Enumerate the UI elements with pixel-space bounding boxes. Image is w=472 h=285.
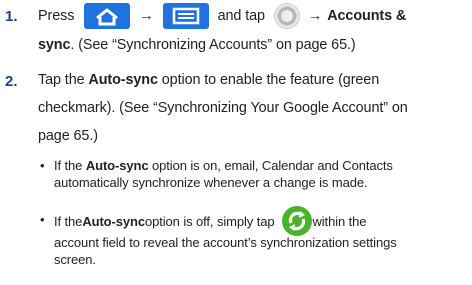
step-number: 1. bbox=[5, 8, 18, 25]
menu-icon bbox=[162, 3, 209, 29]
step-text: Tap the bbox=[38, 72, 89, 88]
bullet-text: If the bbox=[54, 158, 86, 173]
home-icon bbox=[84, 3, 131, 29]
bullet-1-line-1: If the Auto-sync option is on, email, Ca… bbox=[54, 158, 393, 173]
bullet-text: within the bbox=[312, 213, 367, 229]
arrow: → bbox=[307, 8, 323, 24]
bullet-2-line-1: If the Auto-sync option is off, simply t… bbox=[54, 206, 367, 236]
bullet-2-line-3: screen. bbox=[54, 252, 96, 267]
step-text: and tap bbox=[217, 8, 265, 24]
bullet-text: option is off, simply tap bbox=[144, 213, 275, 229]
bullet-text: option is on, email, Calendar and Contac… bbox=[148, 158, 393, 173]
step-number: 2. bbox=[5, 73, 18, 90]
step-2-line-1: Tap the Auto-sync option to enable the f… bbox=[38, 72, 379, 88]
menu-path: sync bbox=[38, 37, 71, 53]
settings-gear-icon bbox=[274, 4, 299, 28]
step-text: option to enable the feature (green bbox=[157, 72, 380, 88]
step-text: . (See “Synchronizing Accounts” on page … bbox=[70, 37, 356, 53]
instruction-page: 1. Press → and tap → Accounts & sync. (S… bbox=[0, 0, 472, 285]
bullet-dot: • bbox=[40, 212, 45, 227]
option-name: Auto-sync bbox=[88, 72, 158, 88]
arrow: → bbox=[139, 8, 154, 24]
bullet-text: If the bbox=[54, 213, 83, 229]
step-2-line-3: page 65.) bbox=[38, 128, 98, 144]
bullet-1-line-2: automatically synchronize whenever a cha… bbox=[54, 175, 368, 190]
bullet-dot: • bbox=[40, 158, 45, 173]
option-name: Auto-sync bbox=[82, 213, 145, 229]
step-text: Press bbox=[38, 8, 75, 24]
option-name: Auto-sync bbox=[85, 158, 149, 173]
step-2-line-2: checkmark). (See “Synchronizing Your Goo… bbox=[38, 100, 408, 116]
sync-icon bbox=[282, 206, 313, 236]
menu-path: Accounts & bbox=[327, 8, 407, 24]
step-1-line-1: Press → and tap → Accounts & bbox=[38, 0, 406, 32]
step-1-line-2: sync. (See “Synchronizing Accounts” on p… bbox=[38, 37, 356, 53]
bullet-2-line-2: account field to reveal the account’s sy… bbox=[54, 235, 397, 250]
